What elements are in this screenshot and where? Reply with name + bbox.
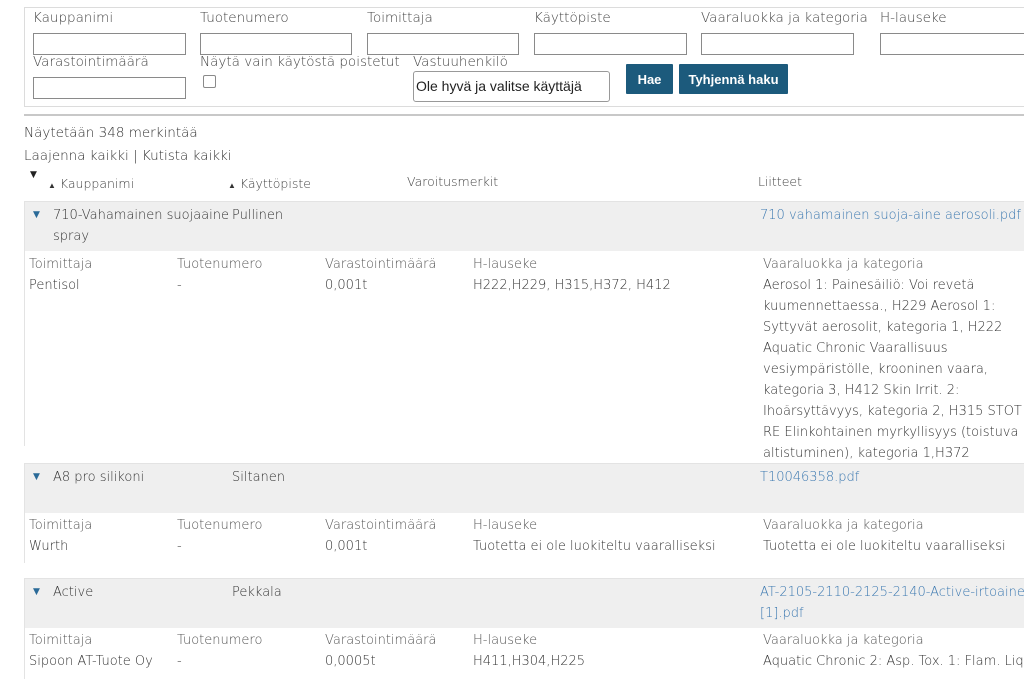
label-toimittaja: Toimittaja xyxy=(29,257,93,272)
label-varastointimaara: Varastointimäärä xyxy=(325,257,437,272)
item-kayttopiste: Siltanen xyxy=(232,470,286,485)
label-vaaraluokka: Vaaraluokka ja kategoria xyxy=(763,257,924,272)
value-vaaraluokka: Tuotetta ei ole luokiteltu vaaralliseksi xyxy=(763,539,1006,554)
label-tuotenumero: Tuotenumero xyxy=(177,518,263,533)
toimittaja-input[interactable] xyxy=(367,33,519,55)
divider xyxy=(24,114,1024,116)
label-toimittaja: Toimittaja xyxy=(29,633,93,648)
filter-tuotenumero-label: Tuotenumero xyxy=(200,10,289,26)
filter-varastointimaara-label: Varastointimäärä xyxy=(33,54,149,70)
value-hlauseke: H411,H304,H225 xyxy=(473,654,586,669)
search-panel: Kauppanimi Tuotenumero Toimittaja Käyttö… xyxy=(24,7,1024,107)
triangle-down-icon[interactable]: ▼ xyxy=(33,472,40,482)
result-count: Näytetään 348 merkintää xyxy=(24,125,198,141)
value-hlauseke: Tuotetta ei ole luokiteltu vaaralliseksi xyxy=(473,539,716,554)
filter-kayttopiste-label: Käyttöpiste xyxy=(534,10,611,26)
list-item-details: Toimittaja Wurth Tuotenumero - Varastoin… xyxy=(25,513,1024,563)
label-varastointimaara: Varastointimäärä xyxy=(325,518,437,533)
label-hlauseke: H-lauseke xyxy=(473,257,538,272)
attachment-link-cont[interactable]: [1].pdf xyxy=(760,603,804,624)
label-hlauseke: H-lauseke xyxy=(473,633,538,648)
label-tuotenumero: Tuotenumero xyxy=(177,257,263,272)
separator: | xyxy=(128,148,142,164)
attachment-link[interactable]: T10046358.pdf xyxy=(760,467,859,488)
column-liitteet: Liitteet xyxy=(758,174,802,189)
list-item: ▼ Active Pekkala AT-2105-2110-2125-2140-… xyxy=(24,578,1024,679)
list-item-details: Toimittaja Sipoon AT-Tuote Oy Tuotenumer… xyxy=(25,628,1024,679)
expand-all-link[interactable]: Laajenna kaikki xyxy=(24,148,129,164)
label-tuotenumero: Tuotenumero xyxy=(177,633,263,648)
value-vaaraluokka: Aerosol 1: Painesäiliö: Voi revetä kuume… xyxy=(763,278,1022,461)
triangle-down-icon[interactable]: ▼ xyxy=(33,210,40,220)
column-kayttopiste[interactable]: ▲ Käyttöpiste xyxy=(228,176,311,191)
filter-kauppanimi-label: Kauppanimi xyxy=(33,10,114,26)
list-item-header[interactable]: ▼ Active Pekkala AT-2105-2110-2125-2140-… xyxy=(25,579,1024,628)
value-varastointimaara: 0,001t xyxy=(325,278,368,293)
list-item-details: Toimittaja Pentisol Tuotenumero - Varast… xyxy=(25,251,1024,461)
value-toimittaja: Sipoon AT-Tuote Oy xyxy=(29,654,153,669)
vaaraluokka-input[interactable] xyxy=(701,33,854,55)
list-item-header[interactable]: ▼ 710-Vahamainen suojaaine spray Pulline… xyxy=(25,202,1024,251)
list-item-header[interactable]: ▼ A8 pro silikoni Siltanen T10046358.pdf xyxy=(25,464,1024,513)
attachment-link[interactable]: 710 vahamainen suoja-aine aerosoli.pdf xyxy=(760,205,1021,226)
item-kayttopiste: Pullinen xyxy=(232,208,284,223)
item-name: A8 pro silikoni xyxy=(53,470,145,485)
label-varastointimaara: Varastointimäärä xyxy=(325,633,437,648)
value-tuotenumero: - xyxy=(177,539,182,554)
item-name: Active xyxy=(53,585,94,600)
tuotenumero-input[interactable] xyxy=(200,33,352,55)
triangle-down-icon[interactable]: ▼ xyxy=(33,587,40,597)
item-name-cont: spray xyxy=(53,229,90,244)
column-kayttopiste-label: Käyttöpiste xyxy=(239,176,311,191)
filter-vaaraluokka-label: Vaaraluokka ja kategoria xyxy=(701,10,868,26)
collapse-all-link[interactable]: Kutista kaikki xyxy=(142,148,232,164)
attachment-link[interactable]: AT-2105-2110-2125-2140-Active-irtoaine xyxy=(760,582,1024,603)
vastuuhenkilo-select[interactable]: Ole hyvä ja valitse käyttäjä xyxy=(413,71,610,102)
value-toimittaja: Wurth xyxy=(29,539,69,554)
clear-search-button[interactable]: Tyhjennä haku xyxy=(679,64,788,94)
poistetut-checkbox[interactable] xyxy=(203,75,216,88)
triangle-down-icon[interactable]: ▼ xyxy=(30,170,37,180)
label-vaaraluokka: Vaaraluokka ja kategoria xyxy=(763,518,924,533)
label-toimittaja: Toimittaja xyxy=(29,518,93,533)
kayttopiste-input[interactable] xyxy=(534,33,687,55)
item-kayttopiste: Pekkala xyxy=(232,585,282,600)
column-kauppanimi[interactable]: ▲ Kauppanimi xyxy=(48,176,134,191)
list-item: ▼ 710-Vahamainen suojaaine spray Pulline… xyxy=(24,201,1024,461)
value-hlauseke: H222,H229, H315,H372, H412 xyxy=(473,278,671,293)
search-button[interactable]: Hae xyxy=(626,64,673,94)
value-tuotenumero: - xyxy=(177,654,182,669)
label-hlauseke: H-lauseke xyxy=(473,518,538,533)
value-toimittaja: Pentisol xyxy=(29,278,80,293)
value-vaaraluokka: Aquatic Chronic 2: Asp. Tox. 1: Flam. Li… xyxy=(763,654,1024,669)
filter-hlauseke-label: H-lauseke xyxy=(880,10,947,26)
hlauseke-input[interactable] xyxy=(880,33,1024,55)
value-varastointimaara: 0,001t xyxy=(325,539,368,554)
filter-vastuuhenkilo-label: Vastuuhenkilö xyxy=(413,54,508,70)
list-item: ▼ A8 pro silikoni Siltanen T10046358.pdf… xyxy=(24,463,1024,563)
kauppanimi-input[interactable] xyxy=(33,33,186,55)
item-name: 710-Vahamainen suojaaine xyxy=(53,208,230,223)
expand-collapse-controls: Laajenna kaikki | Kutista kaikki xyxy=(24,148,232,164)
sort-up-icon: ▲ xyxy=(228,181,236,190)
filter-poistetut-label: Näytä vain käytöstä poistetut xyxy=(200,54,400,70)
varastointimaara-input[interactable] xyxy=(33,77,186,99)
sort-up-icon: ▲ xyxy=(48,181,56,190)
column-varoitusmerkit: Varoitusmerkit xyxy=(407,174,499,189)
filter-toimittaja-label: Toimittaja xyxy=(367,10,433,26)
value-varastointimaara: 0,0005t xyxy=(325,654,376,669)
column-kauppanimi-label: Kauppanimi xyxy=(59,176,135,191)
label-vaaraluokka: Vaaraluokka ja kategoria xyxy=(763,633,924,648)
value-tuotenumero: - xyxy=(177,278,182,293)
